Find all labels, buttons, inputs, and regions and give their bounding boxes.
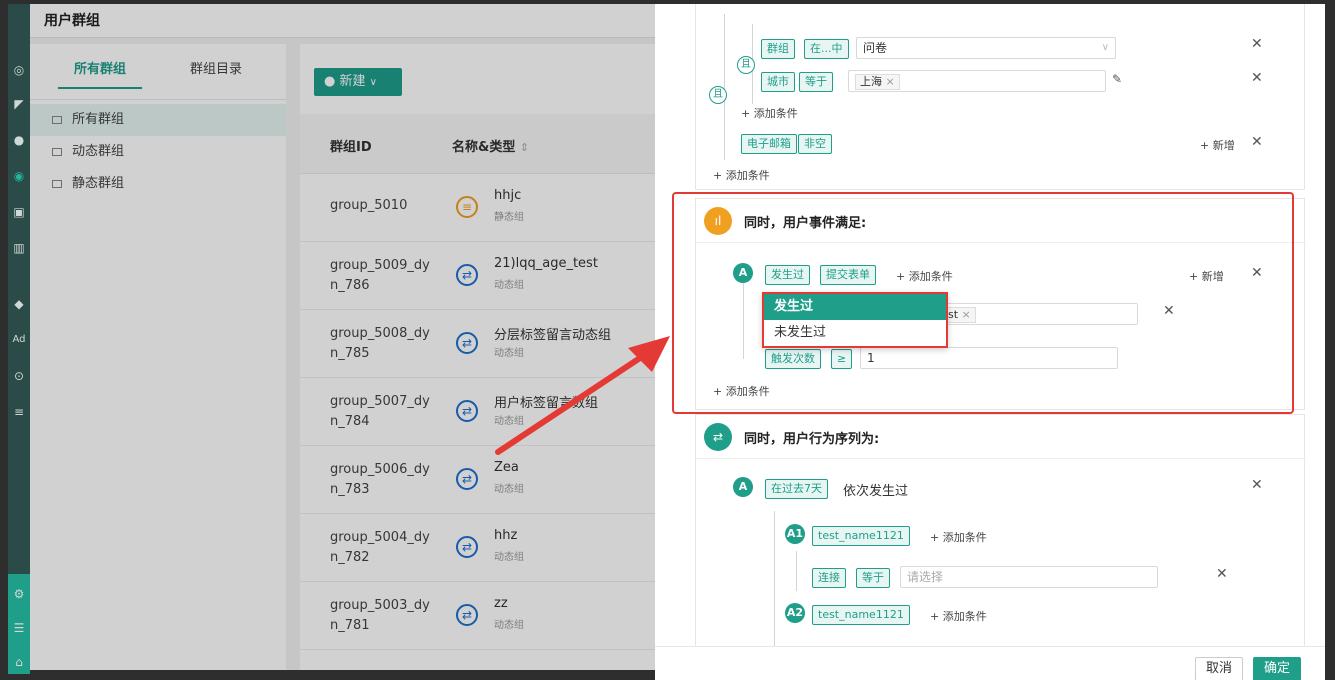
annotation-arrow [495,336,670,455]
arrow-head [628,336,670,372]
arrow-shaft [495,355,643,455]
screen-frame: ◎ ◤ ● ◉ ▣ ▥ ◆ Ad ⊙ ≡ ⚙ ☰ ⌂ 用户群组 所有群组 群组目… [0,0,1335,680]
dropdown-option-not-occurred[interactable]: 未发生过 [764,320,946,346]
dropdown-option-occurred[interactable]: 发生过 [764,294,946,320]
cancel-button[interactable]: 取消 [1195,657,1243,680]
occurred-dropdown: 发生过 未发生过 [762,292,948,348]
drawer-footer: 取消 确定 [655,646,1325,680]
confirm-button[interactable]: 确定 [1253,657,1301,680]
